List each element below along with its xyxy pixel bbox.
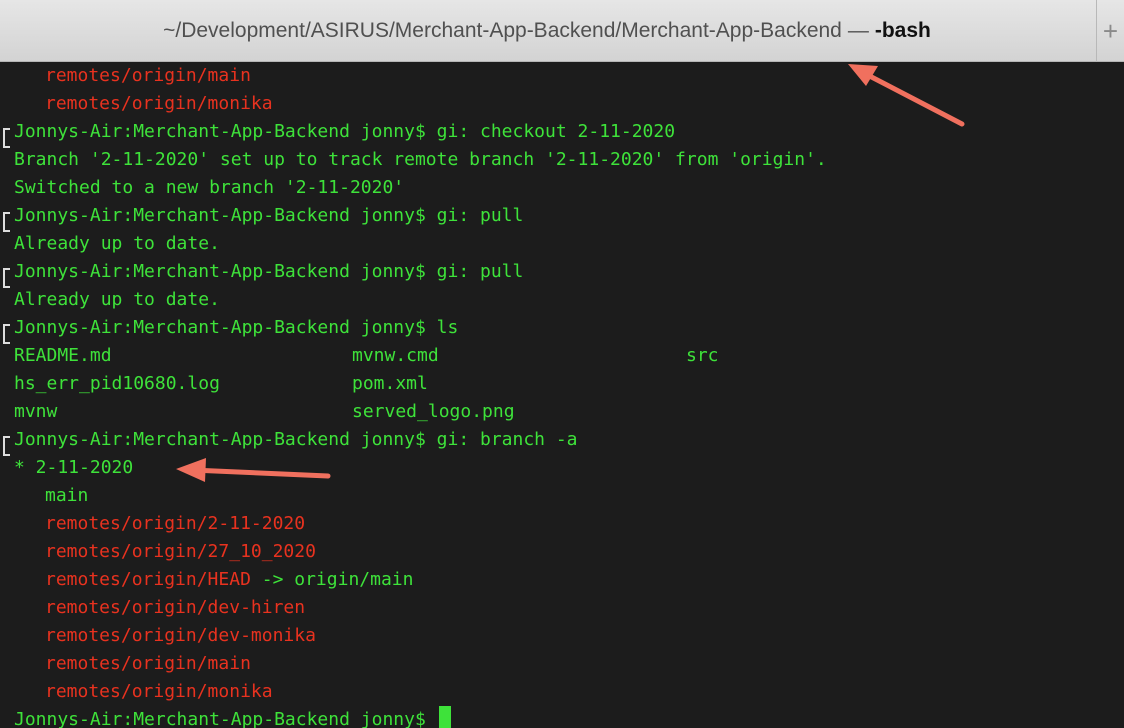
ls-entry: README.md: [14, 345, 112, 366]
ls-output-row: README.md mvnw.cmd src: [14, 342, 1124, 370]
title-bar: ~/Development/ASIRUS/Merchant-App-Backen…: [0, 0, 1124, 62]
prompt-marker-icon: [3, 128, 10, 148]
prompt-marker-icon: [3, 268, 10, 288]
prompt-text: Jonnys-Air:Merchant-App-Backend jonny$: [14, 709, 437, 728]
prompt-line: Jonnys-Air:Merchant-App-Backend jonny$ g…: [14, 261, 524, 282]
branch-line: main: [45, 485, 89, 506]
terminal-output[interactable]: remotes/origin/main remotes/origin/monik…: [0, 62, 1124, 728]
prompt-line: Jonnys-Air:Merchant-App-Backend jonny$ g…: [14, 121, 676, 142]
ls-entry: pom.xml: [352, 373, 428, 394]
branch-line: remotes/origin/main: [45, 653, 251, 674]
active-prompt-line[interactable]: Jonnys-Air:Merchant-App-Backend jonny$: [14, 706, 1124, 728]
tab-path: ~/Development/ASIRUS/Merchant-App-Backen…: [163, 19, 842, 42]
ls-entry: served_logo.png: [352, 401, 515, 422]
terminal-tab[interactable]: ~/Development/ASIRUS/Merchant-App-Backen…: [0, 0, 1094, 62]
new-tab-button[interactable]: +: [1096, 0, 1124, 62]
terminal-line: Branch '2-11-2020' set up to track remot…: [14, 149, 827, 170]
prompt-marker-icon: [3, 212, 10, 232]
cursor-block-icon: [438, 706, 451, 728]
branch-line: remotes/origin/2-11-2020: [45, 513, 306, 534]
plus-icon: +: [1102, 15, 1119, 46]
terminal-line: Switched to a new branch '2-11-2020': [14, 177, 405, 198]
ls-output-row: mvnw served_logo.png: [14, 398, 1124, 426]
terminal-line: Already up to date.: [14, 289, 220, 310]
prompt-marker-icon: [3, 436, 10, 456]
terminal-window: ~/Development/ASIRUS/Merchant-App-Backen…: [0, 0, 1124, 728]
terminal-line: remotes/origin/main: [45, 65, 251, 86]
branch-target: -> origin/main: [250, 569, 414, 590]
ls-entry: src: [686, 345, 719, 366]
terminal-line: remotes/origin/monika: [45, 93, 273, 114]
ls-entry: hs_err_pid10680.log: [14, 373, 220, 394]
branch-line: remotes/origin/27_10_2020: [45, 541, 316, 562]
terminal-line: Already up to date.: [14, 233, 220, 254]
tab-separator: —: [847, 19, 869, 42]
prompt-line: Jonnys-Air:Merchant-App-Backend jonny$ l…: [14, 317, 459, 338]
ls-output-row: hs_err_pid10680.log pom.xml: [14, 370, 1124, 398]
branch-ref: remotes/origin/HEAD: [45, 569, 251, 590]
branch-line: remotes/origin/dev-hiren: [45, 597, 306, 618]
prompt-line: Jonnys-Air:Merchant-App-Backend jonny$ g…: [14, 205, 524, 226]
prompt-line: Jonnys-Air:Merchant-App-Backend jonny$ g…: [14, 429, 578, 450]
tab-process-name: -bash: [874, 19, 931, 42]
branch-line: remotes/origin/monika: [45, 681, 273, 702]
branch-line: remotes/origin/dev-monika: [45, 625, 316, 646]
ls-entry: mvnw.cmd: [352, 345, 439, 366]
prompt-marker-icon: [3, 324, 10, 344]
ls-entry: mvnw: [14, 401, 58, 422]
branch-line: remotes/origin/HEAD -> origin/main: [14, 566, 1124, 594]
current-branch-line: * 2-11-2020: [14, 457, 134, 478]
